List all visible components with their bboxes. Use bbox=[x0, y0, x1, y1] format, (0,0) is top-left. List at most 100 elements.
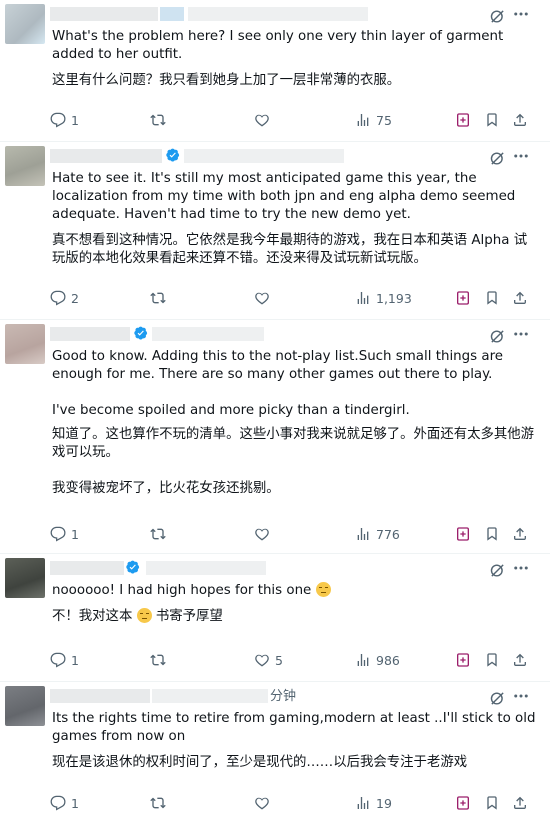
views-icon bbox=[355, 290, 371, 306]
author-handle[interactable] bbox=[188, 7, 368, 21]
share-button[interactable] bbox=[512, 110, 528, 130]
grok-icon[interactable] bbox=[489, 690, 506, 707]
tweet-text-en: noooooo! I had high hopes for this one bbox=[52, 582, 538, 600]
repost-button[interactable] bbox=[150, 650, 166, 670]
more-icon[interactable] bbox=[512, 147, 530, 165]
bookmark-button[interactable] bbox=[484, 524, 500, 544]
grok-analyze-button[interactable] bbox=[455, 524, 471, 544]
like-button[interactable] bbox=[254, 110, 270, 130]
views-icon bbox=[355, 112, 371, 128]
views-button[interactable]: 1,193 bbox=[355, 288, 412, 308]
repost-button[interactable] bbox=[150, 524, 166, 544]
tweet-text-zh-part-a: 不！我对这本 bbox=[52, 609, 133, 624]
views-button[interactable]: 986 bbox=[355, 650, 400, 670]
reply-button[interactable]: 1 bbox=[50, 524, 79, 544]
share-icon bbox=[512, 795, 528, 811]
action-bar: 1 776 bbox=[50, 524, 536, 544]
views-button[interactable]: 19 bbox=[355, 793, 392, 813]
repost-button[interactable] bbox=[150, 288, 166, 308]
tweet-text-en: What's the problem here? I see only one … bbox=[52, 29, 504, 62]
grok-analyze-button[interactable] bbox=[455, 650, 471, 670]
bookmark-icon bbox=[484, 290, 500, 306]
like-button[interactable] bbox=[254, 524, 270, 544]
views-button[interactable]: 776 bbox=[355, 524, 400, 544]
grok-analyze-icon bbox=[455, 526, 471, 542]
avatar[interactable] bbox=[5, 146, 45, 186]
grok-analyze-button[interactable] bbox=[455, 110, 471, 130]
reply-button[interactable]: 2 bbox=[50, 288, 79, 308]
tweet-text-zh: 不！我对这本 书寄予厚望 bbox=[52, 608, 538, 626]
grok-icon[interactable] bbox=[489, 8, 506, 25]
reply-tweet[interactable]: noooooo! I had high hopes for this one 不… bbox=[0, 554, 550, 682]
grok-icon[interactable] bbox=[489, 562, 506, 579]
repost-icon bbox=[150, 795, 166, 811]
tweet-text-en-2: I've become spoiled and more picky than … bbox=[52, 403, 410, 418]
author-handle[interactable] bbox=[184, 149, 344, 163]
author-name[interactable] bbox=[50, 7, 158, 21]
grok-analyze-button[interactable] bbox=[455, 288, 471, 308]
share-button[interactable] bbox=[512, 524, 528, 544]
grok-analyze-button[interactable] bbox=[455, 793, 471, 813]
bookmark-button[interactable] bbox=[484, 110, 500, 130]
repost-button[interactable] bbox=[150, 110, 166, 130]
reply-feed: What's the problem here? I see only one … bbox=[0, 0, 550, 819]
more-icon[interactable] bbox=[512, 559, 530, 577]
author-handle[interactable] bbox=[152, 327, 264, 341]
more-icon[interactable] bbox=[512, 687, 530, 705]
reply-count: 1 bbox=[71, 526, 79, 542]
reply-button[interactable]: 1 bbox=[50, 650, 79, 670]
grok-icon[interactable] bbox=[489, 150, 506, 167]
reply-tweet[interactable]: What's the problem here? I see only one … bbox=[0, 0, 550, 142]
action-bar: 1 19 bbox=[50, 793, 536, 813]
reply-icon bbox=[50, 652, 66, 668]
author-name[interactable] bbox=[50, 149, 162, 163]
grok-icon[interactable] bbox=[489, 328, 506, 345]
reply-tweet[interactable]: Good to know. Adding this to the not-pla… bbox=[0, 320, 550, 554]
avatar[interactable] bbox=[5, 558, 45, 598]
avatar[interactable] bbox=[5, 686, 45, 726]
views-count: 19 bbox=[376, 795, 392, 811]
like-button[interactable] bbox=[254, 793, 270, 813]
bookmark-button[interactable] bbox=[484, 288, 500, 308]
reply-tweet[interactable]: 分钟 Its the rights time to retire from ga… bbox=[0, 682, 550, 819]
tweet-text: noooooo! I had high hopes for this one 不… bbox=[52, 582, 538, 626]
pensive-emoji-icon bbox=[315, 582, 331, 597]
reply-icon bbox=[50, 795, 66, 811]
views-count: 986 bbox=[376, 652, 400, 668]
author-name[interactable] bbox=[50, 327, 130, 341]
like-button[interactable] bbox=[254, 288, 270, 308]
tweet-text-zh: 真不想看到这种情况。它依然是我今年最期待的游戏，我在日本和英语 Alpha 试玩… bbox=[52, 233, 528, 266]
like-button[interactable]: 5 bbox=[254, 650, 283, 670]
bookmark-button[interactable] bbox=[484, 793, 500, 813]
bookmark-button[interactable] bbox=[484, 650, 500, 670]
like-count: 5 bbox=[275, 652, 283, 668]
share-button[interactable] bbox=[512, 650, 528, 670]
reply-count: 1 bbox=[71, 795, 79, 811]
more-icon[interactable] bbox=[512, 5, 530, 23]
like-icon bbox=[254, 652, 270, 668]
author-name[interactable] bbox=[50, 689, 150, 703]
post-time[interactable]: 分钟 bbox=[270, 685, 296, 704]
bookmark-icon bbox=[484, 795, 500, 811]
tweet-text-en: Hate to see it. It's still my most antic… bbox=[52, 171, 516, 222]
repost-button[interactable] bbox=[150, 793, 166, 813]
tweet-text-en-content: noooooo! I had high hopes for this one bbox=[52, 583, 312, 598]
share-button[interactable] bbox=[512, 288, 528, 308]
author-handle[interactable] bbox=[152, 689, 268, 703]
avatar[interactable] bbox=[5, 4, 45, 44]
more-icon[interactable] bbox=[512, 325, 530, 343]
author-name[interactable] bbox=[50, 561, 124, 575]
grok-analyze-icon bbox=[455, 290, 471, 306]
views-button[interactable]: 75 bbox=[355, 110, 392, 130]
verified-badge-icon bbox=[126, 560, 140, 574]
views-count: 1,193 bbox=[376, 290, 412, 306]
share-button[interactable] bbox=[512, 793, 528, 813]
reply-button[interactable]: 1 bbox=[50, 793, 79, 813]
share-icon bbox=[512, 652, 528, 668]
reply-tweet[interactable]: Hate to see it. It's still my most antic… bbox=[0, 142, 550, 320]
bookmark-icon bbox=[484, 652, 500, 668]
reply-button[interactable]: 1 bbox=[50, 110, 79, 130]
author-handle[interactable] bbox=[146, 561, 266, 575]
pensive-emoji-icon bbox=[136, 608, 152, 623]
avatar[interactable] bbox=[5, 324, 45, 364]
